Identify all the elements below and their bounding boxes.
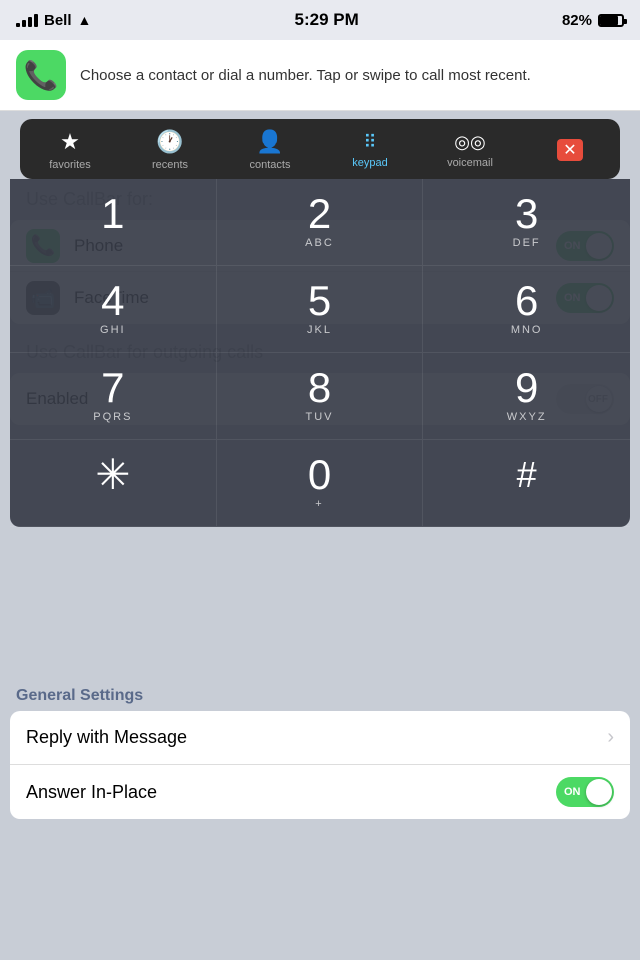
reply-chevron-icon: ›	[607, 726, 614, 749]
notification-banner[interactable]: 📞 Choose a contact or dial a number. Tap…	[0, 40, 640, 111]
reply-label: Reply with Message	[26, 727, 607, 748]
phone-app-icon: 📞	[16, 50, 66, 100]
key-hash[interactable]: #	[423, 440, 630, 527]
key-0[interactable]: 0 +	[217, 440, 424, 527]
tab-bar-wrapper: ★ favorites 🕐 recents 👤 contacts ⠿ keypa…	[0, 111, 640, 179]
key-1[interactable]: 1	[10, 179, 217, 266]
recents-label: recents	[152, 159, 188, 171]
keypad-grid: 1 2 ABC 3 DEF 4 GHI 5 JKL	[10, 179, 630, 527]
time-display: 5:29 PM	[295, 10, 359, 30]
signal-bar-4	[34, 14, 38, 27]
signal-bar-2	[22, 20, 26, 27]
tab-bar: ★ favorites 🕐 recents 👤 contacts ⠿ keypa…	[20, 119, 620, 179]
notification-text: Choose a contact or dial a number. Tap o…	[80, 65, 531, 86]
key-8[interactable]: 8 TUV	[217, 353, 424, 440]
key-4[interactable]: 4 GHI	[10, 266, 217, 353]
key-star[interactable]: ✳	[10, 440, 217, 527]
tab-favorites[interactable]: ★ favorites	[20, 129, 120, 171]
battery-icon	[598, 14, 624, 27]
signal-bar-3	[28, 17, 32, 27]
signal-bar-1	[16, 23, 20, 27]
status-right: 82%	[562, 12, 624, 29]
keypad-label: keypad	[352, 157, 387, 169]
general-settings-header: General Settings	[10, 679, 630, 711]
voicemail-icon: ◎◎	[454, 132, 485, 153]
general-settings-section: General Settings Reply with Message › An…	[0, 671, 640, 819]
tab-contacts[interactable]: 👤 contacts	[220, 129, 320, 171]
tab-voicemail[interactable]: ◎◎ voicemail	[420, 132, 520, 169]
general-settings: General Settings Reply with Message › An…	[0, 679, 640, 819]
key-6[interactable]: 6 MNO	[423, 266, 630, 353]
battery-fill	[600, 16, 618, 25]
favorites-icon: ★	[60, 129, 80, 155]
general-settings-card: Reply with Message › Answer In-Place	[10, 711, 630, 819]
tab-close[interactable]: ✕	[520, 139, 620, 161]
answer-toggle-thumb	[586, 779, 612, 805]
status-bar: Bell ▲ 5:29 PM 82%	[0, 0, 640, 40]
key-7[interactable]: 7 PQRS	[10, 353, 217, 440]
contacts-icon: 👤	[256, 129, 283, 155]
answer-label: Answer In-Place	[26, 782, 556, 803]
page: Bell ▲ 5:29 PM 82% 📞 Choose a contact or…	[0, 0, 640, 960]
answer-in-place-row[interactable]: Answer In-Place	[10, 765, 630, 819]
tab-recents[interactable]: 🕐 recents	[120, 129, 220, 171]
main-area: Use CallBar for: 📞 Phone 📹 FaceTime Use …	[0, 179, 640, 960]
answer-toggle[interactable]	[556, 777, 614, 807]
wifi-icon: ▲	[78, 12, 92, 28]
close-icon: ✕	[557, 139, 582, 161]
tab-keypad[interactable]: ⠿ keypad	[320, 132, 420, 169]
favorites-label: favorites	[49, 159, 91, 171]
keypad-icon: ⠿	[363, 132, 376, 153]
battery-percentage: 82%	[562, 12, 592, 29]
key-2[interactable]: 2 ABC	[217, 179, 424, 266]
key-9[interactable]: 9 WXYZ	[423, 353, 630, 440]
key-5[interactable]: 5 JKL	[217, 266, 424, 353]
status-left: Bell ▲	[16, 12, 91, 29]
keypad-overlay: 1 2 ABC 3 DEF 4 GHI 5 JKL	[10, 179, 630, 527]
signal-bars	[16, 14, 38, 27]
carrier-label: Bell	[44, 12, 72, 29]
key-3[interactable]: 3 DEF	[423, 179, 630, 266]
contacts-label: contacts	[250, 159, 291, 171]
voicemail-label: voicemail	[447, 157, 493, 169]
recents-icon: 🕐	[156, 129, 183, 155]
reply-with-message-row[interactable]: Reply with Message ›	[10, 711, 630, 765]
